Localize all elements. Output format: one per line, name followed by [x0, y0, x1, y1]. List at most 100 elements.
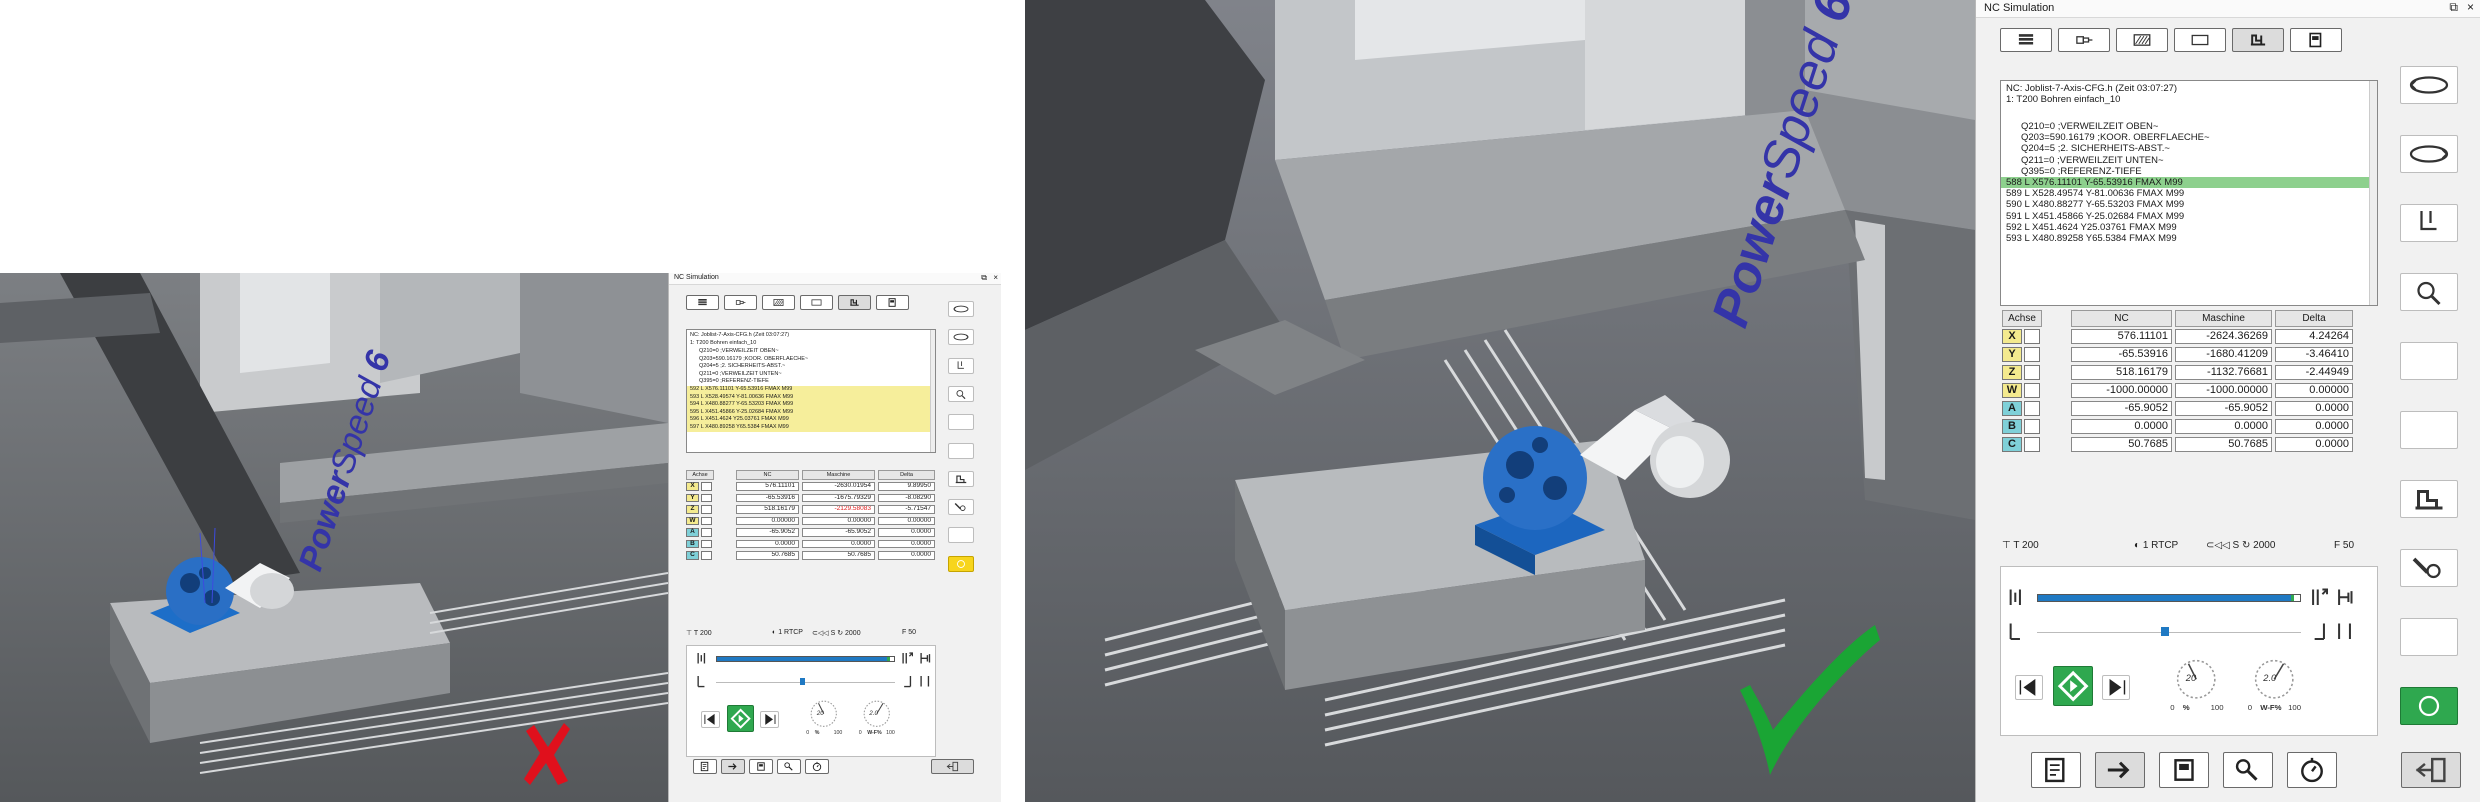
left-side-reset-view-button[interactable] [948, 357, 974, 374]
right-program-line[interactable]: Q211=0 ;VERWEILZEIT UNTEN~ [2001, 155, 2377, 166]
right-bottom-tool-table-button[interactable] [2159, 752, 2209, 788]
right-program-scrollbar[interactable] [2369, 81, 2377, 305]
right-exit-button[interactable] [2401, 752, 2461, 788]
left-step-reset-icon[interactable] [919, 675, 932, 688]
left-program-line[interactable]: 596 L X451.4624 Y25.03761 FMAX M99 [687, 416, 935, 424]
right-program-line[interactable]: 592 L X451.4624 Y25.03761 FMAX M99 [2001, 222, 2377, 233]
right-axis-checkbox-b[interactable] [2024, 419, 2040, 434]
left-side-zoom-fit-button[interactable] [948, 385, 974, 402]
left-toolbar-cube-button[interactable] [686, 295, 719, 310]
right-side-tool-settings-button[interactable] [2400, 549, 2458, 587]
right-side-reset-view-button[interactable] [2400, 204, 2458, 242]
left-axis-checkbox-c[interactable] [701, 551, 712, 560]
right-close-icon[interactable]: × [2467, 0, 2474, 14]
right-axis-checkbox-w[interactable] [2024, 383, 2040, 398]
right-feed-max-icon[interactable] [2310, 588, 2329, 607]
right-step-slider-track[interactable] [2037, 631, 2301, 633]
right-axis-checkbox-a[interactable] [2024, 401, 2040, 416]
left-speed-override-dial[interactable] [808, 698, 840, 730]
right-bottom-search-tool-button[interactable] [2223, 752, 2273, 788]
right-side-blank-c-button[interactable] [2400, 618, 2458, 656]
left-axis-checkbox-x[interactable] [701, 482, 712, 491]
right-axis-checkbox-z[interactable] [2024, 365, 2040, 380]
left-feed-max-icon[interactable] [901, 652, 914, 665]
left-bottom-program-list-button[interactable] [693, 759, 717, 774]
right-toolbar-cube-button[interactable] [2000, 28, 2052, 52]
left-program-line[interactable]: Q395=0 ;REFERENZ-TIEFE [687, 378, 935, 386]
left-program-line[interactable]: Q204=5 ;2. SICHERHEITS-ABST.~ [687, 363, 935, 371]
left-bottom-stopwatch-button[interactable] [805, 759, 829, 774]
right-toolbar-spindle-button[interactable] [2058, 28, 2110, 52]
right-program-listing[interactable]: NC: Joblist-7-Axis-CFG.h (Zeit 03:07:27)… [2000, 80, 2378, 306]
right-program-line[interactable]: Q204=5 ;2. SICHERHEITS-ABST.~ [2001, 143, 2377, 154]
left-step-forward-button[interactable] [760, 711, 779, 728]
right-step-min-icon[interactable] [2006, 622, 2025, 641]
right-step-forward-button[interactable] [2102, 675, 2130, 700]
left-toolbar-machine-button[interactable] [838, 295, 871, 310]
left-step-slider-track[interactable] [716, 681, 895, 683]
left-program-line[interactable]: 597 L X480.89258 Y65.5384 FMAX M99 [687, 424, 935, 432]
left-program-line[interactable]: 594 L X480.88277 Y-65.53203 FMAX M99 [687, 401, 935, 409]
right-toolbar-tool-magazine-button[interactable] [2290, 28, 2342, 52]
left-step-slider-thumb[interactable] [799, 678, 806, 685]
left-close-icon[interactable]: × [993, 273, 998, 282]
left-program-line[interactable]: Q210=0 ;VERWEILZEIT OBEN~ [687, 348, 935, 356]
right-side-status-button[interactable] [2400, 687, 2458, 725]
right-feed-min-icon[interactable] [2006, 588, 2025, 607]
left-side-orbit-right-button[interactable] [948, 329, 974, 346]
left-side-tool-settings-button[interactable] [948, 499, 974, 516]
left-axis-checkbox-z[interactable] [701, 505, 712, 514]
left-side-machine-setup-button[interactable] [948, 470, 974, 487]
left-bottom-search-tool-button[interactable] [777, 759, 801, 774]
right-step-reset-icon[interactable] [2336, 622, 2355, 641]
right-program-line[interactable]: Q395=0 ;REFERENZ-TIEFE [2001, 166, 2377, 177]
right-bottom-stopwatch-button[interactable] [2287, 752, 2337, 788]
left-step-max-icon[interactable] [901, 675, 914, 688]
right-program-line[interactable]: 588 L X576.11101 Y-65.53916 FMAX M99 [2001, 177, 2377, 189]
left-axis-checkbox-y[interactable] [701, 493, 712, 502]
right-toolbar-rectangle-button[interactable] [2174, 28, 2226, 52]
left-side-blank-a-button[interactable] [948, 414, 974, 431]
right-bottom-program-list-button[interactable] [2031, 752, 2081, 788]
right-axis-checkbox-c[interactable] [2024, 437, 2040, 452]
right-program-line[interactable]: Q203=590.16179 ;KOOR. OBERFLAECHE~ [2001, 132, 2377, 143]
right-restore-icon[interactable]: ⧉ [2449, 0, 2458, 15]
right-side-blank-a-button[interactable] [2400, 342, 2458, 380]
left-program-line[interactable]: Q203=590.16179 ;KOOR. OBERFLAECHE~ [687, 356, 935, 364]
right-side-orbit-left-button[interactable] [2400, 66, 2458, 104]
right-start-button[interactable] [2052, 665, 2093, 706]
left-bottom-run-arrow-button[interactable] [721, 759, 745, 774]
left-toolbar-rectangle-button[interactable] [800, 295, 833, 310]
right-feed-reset-icon[interactable] [2336, 588, 2355, 607]
left-side-orbit-left-button[interactable] [948, 301, 974, 317]
left-side-status-button[interactable] [948, 555, 974, 572]
left-axis-checkbox-a[interactable] [701, 528, 712, 537]
left-program-listing[interactable]: NC: Joblist-7-Axis-CFG.h (Zeit 03:07:27)… [686, 329, 936, 453]
left-program-line[interactable]: Q211=0 ;VERWEILZEIT UNTEN~ [687, 371, 935, 379]
right-machine-viewport[interactable]: PowerSpeed 6 [1025, 0, 1975, 802]
right-step-max-icon[interactable] [2310, 622, 2329, 641]
right-side-zoom-fit-button[interactable] [2400, 273, 2458, 311]
left-axis-checkbox-w[interactable] [701, 516, 712, 525]
right-axis-checkbox-y[interactable] [2024, 347, 2040, 362]
right-side-orbit-right-button[interactable] [2400, 135, 2458, 173]
right-toolbar-machine-button[interactable] [2232, 28, 2284, 52]
left-step-min-icon[interactable] [695, 675, 708, 688]
right-side-blank-b-button[interactable] [2400, 411, 2458, 449]
right-axis-checkbox-x[interactable] [2024, 329, 2040, 344]
left-axis-checkbox-b[interactable] [701, 539, 712, 548]
left-side-blank-b-button[interactable] [948, 442, 974, 459]
left-toolbar-tool-magazine-button[interactable] [876, 295, 909, 310]
left-side-blank-c-button[interactable] [948, 527, 974, 544]
left-bottom-tool-table-button[interactable] [749, 759, 773, 774]
left-program-line[interactable]: 595 L X451.45866 Y-25.02684 FMAX M99 [687, 408, 935, 417]
right-toolbar-hatch-button[interactable] [2116, 28, 2168, 52]
right-feed-slider[interactable] [2037, 594, 2301, 603]
left-start-button[interactable] [726, 704, 754, 732]
right-program-line[interactable]: 590 L X480.88277 Y-65.53203 FMAX M99 [2001, 199, 2377, 210]
left-step-back-button[interactable] [701, 711, 721, 728]
right-step-slider-thumb[interactable] [2160, 626, 2169, 637]
left-program-line[interactable]: 593 L X528.49574 Y-81.00636 FMAX M99 [687, 393, 935, 402]
right-program-line[interactable]: 591 L X451.45866 Y-25.02684 FMAX M99 [2001, 211, 2377, 222]
left-toolbar-spindle-button[interactable] [724, 295, 757, 310]
